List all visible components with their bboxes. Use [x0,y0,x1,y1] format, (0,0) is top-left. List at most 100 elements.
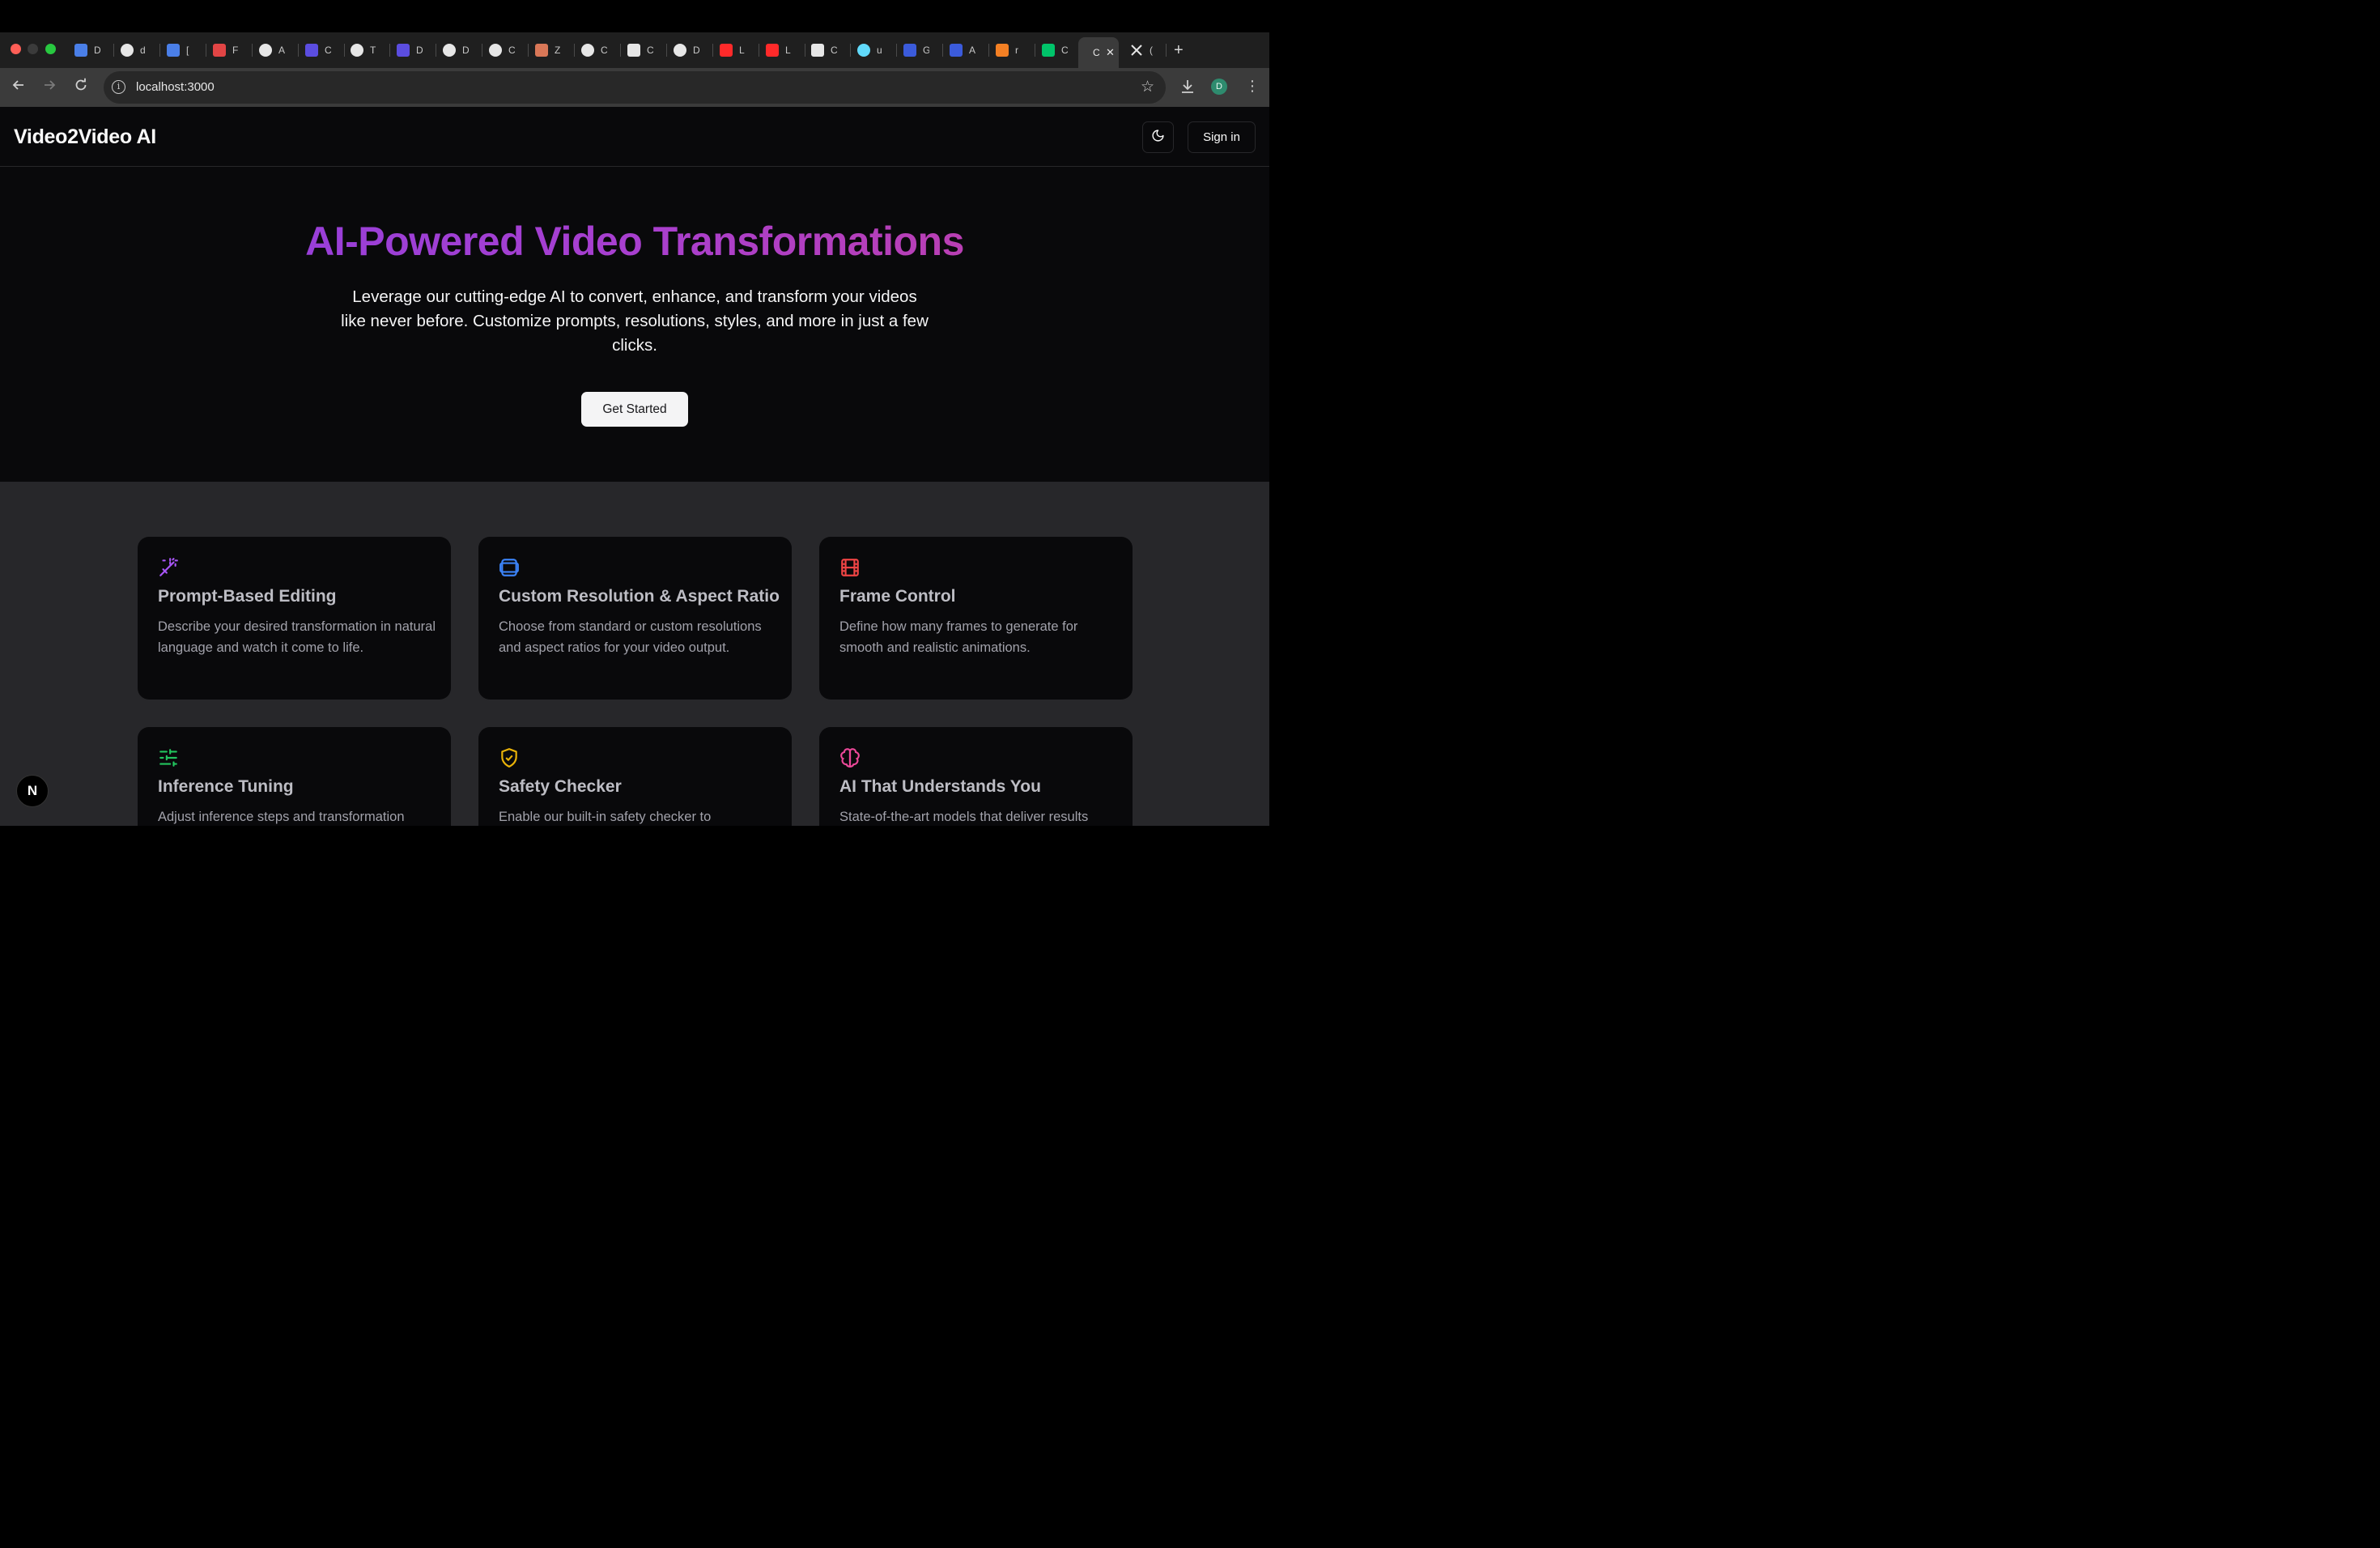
tab-separator [344,44,345,57]
browser-tab[interactable]: u [857,39,883,62]
browser-tab[interactable]: D [397,39,423,62]
tab-separator [113,44,114,57]
nextjs-dev-badge[interactable]: N [16,775,49,807]
close-icon[interactable]: ✕ [1106,46,1115,59]
shield-check-icon [499,747,520,768]
browser-menu-icon[interactable]: ⋮ [1245,77,1260,95]
browser-tab[interactable]: D [443,39,469,62]
github-icon [121,44,134,57]
magic-wand-icon [158,557,179,578]
web-page: Video2Video AI Sign in AI-Powered Video … [0,107,1269,826]
feature-description: Enable our built-in safety checker to [499,810,712,824]
tab-label: C [647,45,653,56]
browser-tab[interactable]: D [674,39,699,62]
download-icon[interactable] [1179,78,1196,100]
tab-label: C [1093,47,1099,58]
tab-label: u [877,45,882,56]
tab-separator [1166,44,1167,57]
notion-icon [674,44,686,57]
layers-icon [499,557,520,578]
tab-strip: Dd [F A C T D D C Z C C D L L Cu G Ar C C ✕ ( + [0,32,1269,94]
tab-separator [988,44,989,57]
docs-icon [74,44,87,57]
window-close-button[interactable] [11,44,21,54]
feature-title: Safety Checker [499,777,622,796]
tab-label: C [508,45,515,56]
tab-label: D [94,45,100,56]
stackoverflow-icon [996,44,1009,57]
tab-label: C [1061,45,1068,56]
feature-card-safety-checker: Safety Checker Enable our built-in safet… [478,727,792,826]
new-tab-button[interactable]: + [1174,39,1184,62]
browser-tab[interactable]: T [351,39,376,62]
tab-label: L [739,45,745,56]
browser-tab[interactable]: [ [167,39,193,62]
tab-separator [620,44,621,57]
system-bar [0,0,1269,32]
feature-description: Choose from standard or custom resolutio… [499,619,762,655]
browser-tab[interactable]: L [720,39,746,62]
bookmark-star-icon[interactable]: ☆ [1141,78,1154,96]
tab-label: d [140,45,146,56]
browser-tab[interactable]: G [903,39,929,62]
moon-icon [1151,129,1165,147]
browser-tab[interactable]: C [489,39,515,62]
address-bar[interactable]: i localhost:3000 ☆ [104,71,1166,104]
get-started-button[interactable]: Get Started [581,392,688,427]
tab-label: C [831,45,837,56]
browser-tab[interactable]: C [581,39,607,62]
tab-x[interactable]: ( [1130,39,1162,62]
browser-tab[interactable]: L [766,39,792,62]
hero-section: AI-Powered Video Transformations Leverag… [0,168,1269,482]
react-icon [857,44,870,57]
brain-icon [839,747,861,768]
browser-tab[interactable]: Z [535,39,561,62]
youtube-icon [766,44,779,57]
copilot-icon [397,44,410,57]
reload-icon[interactable] [71,78,91,97]
sign-in-button[interactable]: Sign in [1188,121,1256,153]
tab-active[interactable]: C ✕ [1078,37,1119,68]
url-text[interactable]: localhost:3000 [136,80,215,94]
browser-tab[interactable]: F [213,39,239,62]
back-arrow-icon[interactable] [9,78,28,97]
cloud-icon [811,44,824,57]
feature-description: Define how many frames to generate for s… [839,619,1078,655]
features-section: Prompt-Based Editing Describe your desir… [0,482,1269,826]
browser-toolbar: i localhost:3000 ☆ [0,68,1269,107]
feature-title: AI That Understands You [839,777,1041,796]
cloud-icon [903,44,916,57]
window-zoom-button[interactable] [45,44,56,54]
browser-tab[interactable]: d [121,39,147,62]
sliders-icon [158,747,179,768]
browser-tab[interactable]: C [811,39,837,62]
feature-description: Adjust inference steps and transformatio… [158,810,405,824]
site-info-icon[interactable]: i [112,80,125,94]
copilot-icon [305,44,318,57]
browser-tab[interactable]: A [950,39,975,62]
browser-tab[interactable]: C [305,39,331,62]
tab-label: Z [555,45,561,56]
window-minimize-button[interactable] [28,44,38,54]
tab-label: ( [1150,45,1153,56]
feature-title: Prompt-Based Editing [158,587,337,606]
forward-arrow-icon[interactable] [40,78,59,97]
browser-tab[interactable]: C [1042,39,1068,62]
tab-separator [666,44,667,57]
feature-title: Inference Tuning [158,777,294,796]
profile-avatar[interactable]: D [1211,79,1227,95]
tab-label: r [1015,45,1018,56]
brand-logo[interactable]: Video2Video AI [14,125,156,149]
tab-label: D [693,45,699,56]
hero-title: AI-Powered Video Transformations [0,218,1269,265]
browser-tab[interactable]: r [996,39,1022,62]
browser-tab[interactable]: C [627,39,653,62]
tab-separator [159,44,160,57]
theme-toggle-button[interactable] [1142,121,1174,153]
lifebuoy-icon [213,44,226,57]
feature-card-frame-control: Frame Control Define how many frames to … [819,537,1133,700]
browser-tab[interactable]: D [74,39,100,62]
browser-tab[interactable]: A [259,39,285,62]
feature-title: Custom Resolution & Aspect Ratio [499,587,780,606]
tab-label: D [416,45,423,56]
